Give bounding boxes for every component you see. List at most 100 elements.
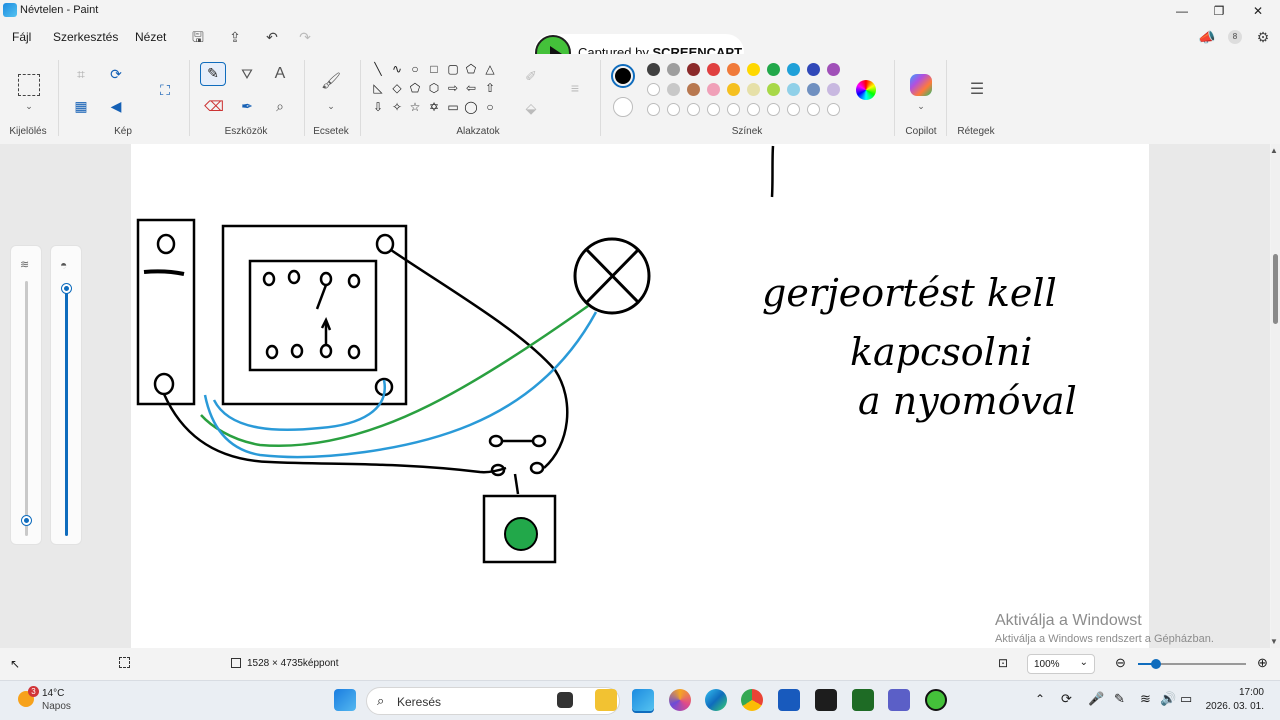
maximize-button[interactable]: ❐ [1204,2,1234,20]
microphone-icon[interactable]: 🎤 [1088,691,1104,707]
color-picker-icon[interactable]: ✒ [236,96,258,116]
custom-color-slot[interactable] [687,103,700,116]
custom-color-slot[interactable] [647,103,660,116]
chevron-down-icon[interactable]: ⌄ [320,96,342,116]
color-swatch[interactable] [767,83,780,96]
feedback-icon[interactable]: 📣 [1198,28,1216,46]
file-explorer-icon[interactable] [595,689,617,711]
custom-color-slot[interactable] [667,103,680,116]
clock-time[interactable]: 17:00 [1210,687,1264,698]
oval-shape-icon[interactable]: ○ [407,62,423,76]
clock-date[interactable]: 2026. 03. 01. [1205,701,1264,712]
color-swatch[interactable] [727,63,740,76]
weather-temp[interactable]: 14°C [42,688,64,699]
geogebra-icon[interactable] [815,689,837,711]
triangle-shape-icon[interactable]: △ [482,62,498,76]
color-swatch[interactable] [667,83,680,96]
resize-icon[interactable]: ▦ [70,96,92,116]
color-swatch[interactable] [727,83,740,96]
color-swatch[interactable] [667,63,680,76]
custom-color-slot[interactable] [767,103,780,116]
primary-color-selector[interactable] [611,64,635,88]
math-app-icon[interactable] [852,689,874,711]
size-slider-knob[interactable] [22,516,31,525]
zoom-select[interactable]: 100% ⌄ [1027,654,1095,674]
shape-size-icon[interactable]: ≡ [564,78,586,98]
color-swatch[interactable] [827,63,840,76]
close-button[interactable]: ✕ [1243,2,1273,20]
scroll-up-arrow-icon[interactable]: ▲ [1270,146,1278,155]
color-swatch[interactable] [647,63,660,76]
eraser-icon[interactable]: ⌫ [203,96,225,116]
undo-icon[interactable]: ↶ [263,28,281,46]
polygon-shape-icon[interactable]: ⬠ [463,62,479,76]
brush-icon[interactable]: 🖌 [320,72,342,92]
color-swatch[interactable] [647,83,660,96]
pencil-icon[interactable]: ✎ [200,62,226,86]
custom-color-slot[interactable] [727,103,740,116]
vertical-scrollbar[interactable] [1271,144,1280,648]
curve-shape-icon[interactable]: ∿ [389,62,405,76]
color-swatch[interactable] [687,83,700,96]
diamond-shape-icon[interactable]: ◇ [389,81,405,95]
line-shape-icon[interactable]: ╲ [370,62,386,76]
custom-color-slot[interactable] [807,103,820,116]
color-swatch[interactable] [787,83,800,96]
six-point-star-shape-icon[interactable]: ✡ [426,100,442,114]
opacity-slider-knob[interactable] [62,284,71,293]
menu-edit[interactable]: Szerkesztés [53,30,118,44]
menu-file[interactable]: Fájl [12,30,31,44]
weather-desc[interactable]: Napos [42,701,71,712]
magnifier-icon[interactable]: ⌕ [269,96,291,116]
share-icon[interactable]: ⇪ [226,28,244,46]
pen-icon[interactable]: ✎ [1114,691,1125,707]
settings-gear-icon[interactable]: ⚙ [1254,28,1272,46]
rectangle-shape-icon[interactable]: □ [426,62,442,76]
color-swatch[interactable] [747,83,760,96]
custom-color-slot[interactable] [787,103,800,116]
scrollbar-thumb[interactable] [1273,254,1278,324]
custom-color-slot[interactable] [747,103,760,116]
layers-icon[interactable]: ☰ [966,80,988,100]
edge-icon[interactable] [705,689,727,711]
teams-icon[interactable] [888,689,910,711]
battery-icon[interactable]: ▭ [1180,691,1192,707]
color-swatch[interactable] [687,63,700,76]
hexagon-shape-icon[interactable]: ⬡ [426,81,442,95]
color-swatch[interactable] [827,83,840,96]
zoom-out-icon[interactable]: ⊖ [1115,655,1126,671]
secondary-color-swatch[interactable] [613,97,633,117]
custom-color-slot[interactable] [827,103,840,116]
four-point-star-shape-icon[interactable]: ✧ [389,100,405,114]
menu-view[interactable]: Nézet [135,30,166,44]
edit-colors-icon[interactable] [856,80,876,100]
account-avatar[interactable]: 8 [1228,30,1242,44]
color-swatch[interactable] [747,63,760,76]
custom-color-slot[interactable] [707,103,720,116]
chrome-icon[interactable] [741,689,763,711]
chevron-down-icon[interactable]: ⌄ [910,96,932,116]
up-arrow-shape-icon[interactable]: ⇧ [482,81,498,95]
redo-icon[interactable]: ↷ [296,28,314,46]
save-icon[interactable]: 🖫 [189,28,207,46]
drawing-canvas[interactable]: gerjeortést kell kapcsolni a nyomóval [131,144,1149,648]
color-swatch[interactable] [767,63,780,76]
callout-cloud-shape-icon[interactable]: ○ [482,100,498,114]
scroll-down-arrow-icon[interactable]: ▼ [1270,637,1278,646]
five-point-star-shape-icon[interactable]: ☆ [407,100,423,114]
image-select-icon[interactable]: ⛶ [154,80,176,100]
chevron-down-icon[interactable]: ⌄ [18,96,40,116]
right-triangle-shape-icon[interactable]: ◺ [370,81,386,95]
callout-rect-shape-icon[interactable]: ▭ [445,100,461,114]
start-button[interactable] [334,689,356,711]
screencapt-taskbar-icon[interactable] [925,689,947,711]
outline-icon[interactable]: ✐ [520,66,542,86]
taskbar-search[interactable]: ⌕ Keresés [366,687,620,715]
down-arrow-shape-icon[interactable]: ⇩ [370,100,386,114]
color-swatch[interactable] [807,83,820,96]
zoom-slider-knob[interactable] [1151,659,1161,669]
word-icon[interactable] [778,689,800,711]
callout-oval-shape-icon[interactable]: ◯ [463,100,479,114]
fill-bucket-icon[interactable]: ⛛ [236,64,258,84]
color-swatch[interactable] [807,63,820,76]
